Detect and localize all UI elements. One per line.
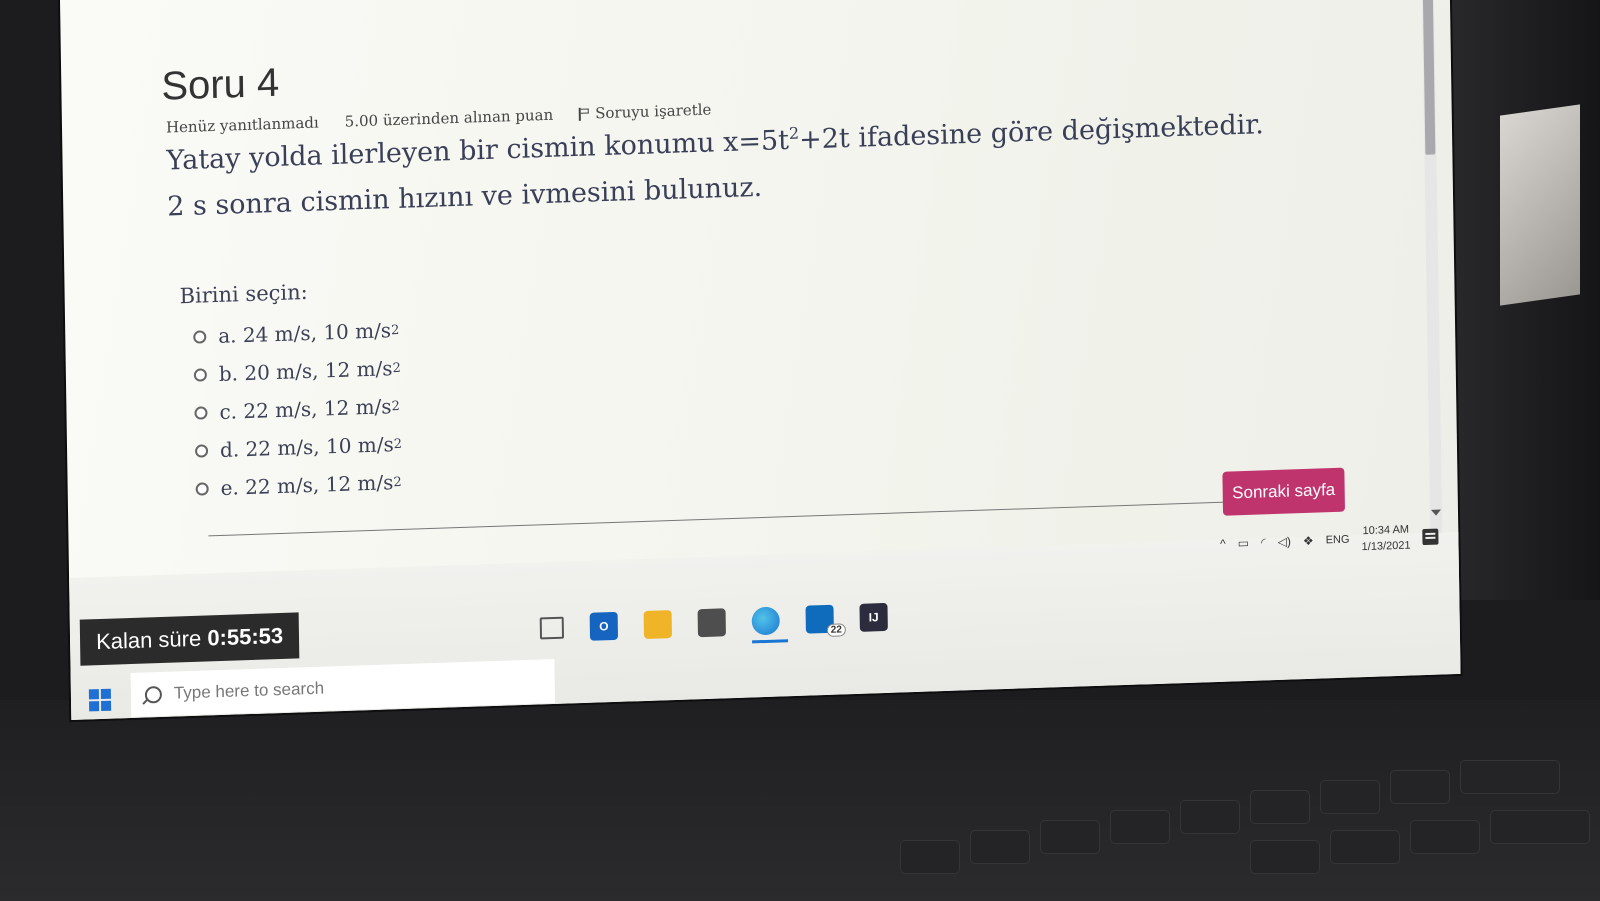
- system-tray: ^ ▭ ◜ ◁) ❖ ENG 10:34 AM 1/13/2021: [1220, 521, 1439, 560]
- keyboard-key: [1490, 810, 1590, 844]
- remaining-time-box: Kalan süre 0:55:53: [79, 612, 300, 666]
- question-status: Henüz yanıtlanmadı: [165, 113, 319, 137]
- answer-exponent: 2: [393, 474, 402, 490]
- background-paper: [1500, 104, 1580, 306]
- radio-button[interactable]: [193, 329, 207, 344]
- jetbrains-icon[interactable]: IJ: [859, 602, 888, 632]
- keyboard-key: [1180, 800, 1240, 834]
- answer-exponent: 2: [390, 322, 400, 338]
- keyboard-key: [1330, 830, 1400, 864]
- flag-icon: [579, 107, 589, 120]
- keyboard-key: [1390, 770, 1450, 804]
- wifi-icon[interactable]: ◜: [1261, 535, 1266, 549]
- answer-option-e[interactable]: e. 22 m/s, 12 m/s 2: [195, 463, 403, 508]
- scroll-down-icon[interactable]: [1430, 509, 1442, 516]
- scroll-thumb[interactable]: [1422, 0, 1436, 155]
- page-scrollbar[interactable]: [1421, 0, 1443, 535]
- question-text-exponent: 2: [788, 123, 800, 143]
- answer-list: a. 24 m/s, 10 m/s 2 b. 20 m/s, 12 m/s 2 c.…: [193, 311, 403, 508]
- language-indicator[interactable]: ENG: [1326, 534, 1350, 547]
- search-icon: [144, 685, 163, 704]
- mail-icon[interactable]: 22: [805, 604, 846, 637]
- answer-label: d. 22 m/s, 10 m/s: [219, 432, 394, 462]
- dropbox-icon[interactable]: ❖: [1303, 534, 1314, 548]
- keyboard-key: [1250, 840, 1320, 874]
- task-view-icon[interactable]: [539, 616, 565, 640]
- windows-start-icon[interactable]: [88, 688, 112, 712]
- notification-icon[interactable]: [1422, 528, 1439, 546]
- microsoft-store-icon[interactable]: [697, 608, 726, 638]
- answer-label: c. 22 m/s, 12 m/s: [219, 394, 392, 424]
- clock-date: 1/13/2021: [1361, 539, 1411, 554]
- answer-label: b. 20 m/s, 12 m/s: [218, 356, 393, 386]
- laptop-screen: Soru 4 Henüz yanıtlanmadı 5.00 üzerinden…: [60, 0, 1461, 721]
- timer-label: Kalan süre: [95, 625, 202, 655]
- keyboard-key: [1250, 790, 1310, 824]
- keyboard-key: [1040, 820, 1100, 854]
- keyboard-key: [1110, 810, 1170, 844]
- question-title: Soru 4: [161, 60, 280, 109]
- answer-exponent: 2: [392, 360, 401, 376]
- keyboard-key: [1460, 760, 1560, 794]
- radio-button[interactable]: [194, 443, 209, 458]
- mail-badge: 22: [826, 623, 846, 637]
- answer-label: e. 22 m/s, 12 m/s: [220, 470, 394, 500]
- edge-browser-icon[interactable]: [751, 606, 780, 636]
- keyboard-key: [1410, 820, 1480, 854]
- next-page-button[interactable]: Sonraki sayfa: [1222, 467, 1346, 516]
- clock-time: 10:34 AM: [1362, 523, 1410, 538]
- flag-question-link[interactable]: Soruyu işaretle: [579, 100, 711, 122]
- radio-button[interactable]: [193, 367, 207, 382]
- keyboard-key: [1320, 780, 1380, 814]
- choose-one-label: Birini seçin:: [179, 279, 308, 309]
- laptop-keyboard: [0, 700, 1600, 901]
- radio-button[interactable]: [195, 481, 209, 496]
- answer-exponent: 2: [393, 436, 403, 452]
- answer-exponent: 2: [391, 398, 400, 414]
- file-explorer-icon[interactable]: [643, 610, 673, 639]
- keyboard-key: [900, 840, 960, 874]
- search-placeholder: Type here to search: [173, 678, 325, 703]
- clock[interactable]: 10:34 AM 1/13/2021: [1361, 522, 1411, 556]
- outlook-icon[interactable]: O: [589, 611, 619, 641]
- flag-question-label: Soruyu işaretle: [595, 100, 712, 123]
- answer-label: a. 24 m/s, 10 m/s: [218, 318, 392, 348]
- battery-icon[interactable]: ▭: [1238, 536, 1250, 550]
- divider: [208, 497, 1343, 537]
- keyboard-key: [970, 830, 1030, 864]
- volume-icon[interactable]: ◁): [1278, 534, 1291, 548]
- timer-value: 0:55:53: [207, 622, 284, 651]
- radio-button[interactable]: [194, 405, 208, 420]
- chevron-up-icon[interactable]: ^: [1220, 537, 1226, 551]
